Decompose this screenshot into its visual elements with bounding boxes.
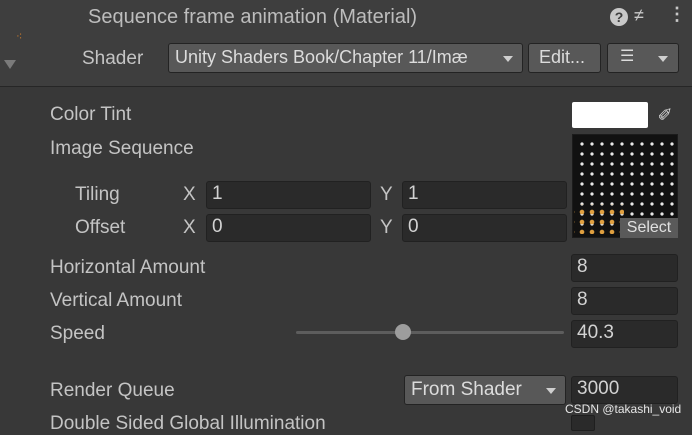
help-icon[interactable]: ? xyxy=(610,8,628,26)
kebab-menu-icon[interactable]: ⋮ xyxy=(668,4,686,25)
offset-label: Offset xyxy=(75,217,126,238)
texture-preview-flames xyxy=(574,204,624,234)
chevron-down-icon xyxy=(503,56,513,62)
list-icon: ☰ xyxy=(620,48,635,65)
shader-value: Unity Shaders Book/Chapter 11/Imæ xyxy=(175,47,468,67)
offset-x-label: X xyxy=(183,217,196,238)
speed-field[interactable]: 40.3 xyxy=(571,320,678,348)
tiling-x-field[interactable]: 1 xyxy=(206,181,371,209)
shader-label: Shader xyxy=(82,48,144,69)
horizontal-amount-label: Horizontal Amount xyxy=(50,257,206,278)
horizontal-amount-field[interactable]: 8 xyxy=(571,254,678,282)
foldout-arrow-icon[interactable] xyxy=(4,60,16,69)
watermark: CSDN @takashi_void xyxy=(565,402,682,416)
speed-slider-track[interactable] xyxy=(296,331,564,334)
render-queue-field[interactable]: 3000 xyxy=(571,376,678,404)
shader-dropdown[interactable]: Unity Shaders Book/Chapter 11/Imæ xyxy=(168,43,523,73)
double-sided-gi-label: Double Sided Global Illumination xyxy=(50,413,326,434)
tiling-y-field[interactable]: 1 xyxy=(402,181,567,209)
speed-slider-handle[interactable] xyxy=(395,324,412,340)
vertical-amount-label: Vertical Amount xyxy=(50,290,183,311)
render-queue-mode: From Shader xyxy=(411,379,522,400)
tiling-label: Tiling xyxy=(75,184,120,205)
chevron-down-icon xyxy=(658,56,668,62)
offset-x-field[interactable]: 0 xyxy=(206,214,371,242)
eyedropper-icon[interactable]: ✐ xyxy=(652,102,678,128)
edit-shader-button[interactable]: Edit... xyxy=(528,43,601,73)
image-sequence-label: Image Sequence xyxy=(50,138,194,159)
color-tint-swatch[interactable] xyxy=(572,102,648,128)
tiling-y-label: Y xyxy=(380,184,393,205)
chevron-down-icon xyxy=(546,388,556,394)
texture-select-button[interactable]: Select xyxy=(620,218,678,238)
material-icon: ⁖ xyxy=(16,31,23,43)
offset-y-label: Y xyxy=(380,217,393,238)
speed-label: Speed xyxy=(50,323,105,344)
double-sided-gi-checkbox[interactable] xyxy=(571,415,595,431)
list-dropdown-button[interactable]: ☰ xyxy=(607,43,679,73)
material-title: Sequence frame animation (Material) xyxy=(88,6,418,28)
vertical-amount-field[interactable]: 8 xyxy=(571,287,678,315)
color-tint-label: Color Tint xyxy=(50,104,132,125)
render-queue-label: Render Queue xyxy=(50,380,175,401)
render-queue-dropdown[interactable]: From Shader xyxy=(404,375,566,405)
offset-y-field[interactable]: 0 xyxy=(402,214,567,242)
preset-icon[interactable]: ≠ xyxy=(634,5,644,26)
tiling-x-label: X xyxy=(183,184,196,205)
